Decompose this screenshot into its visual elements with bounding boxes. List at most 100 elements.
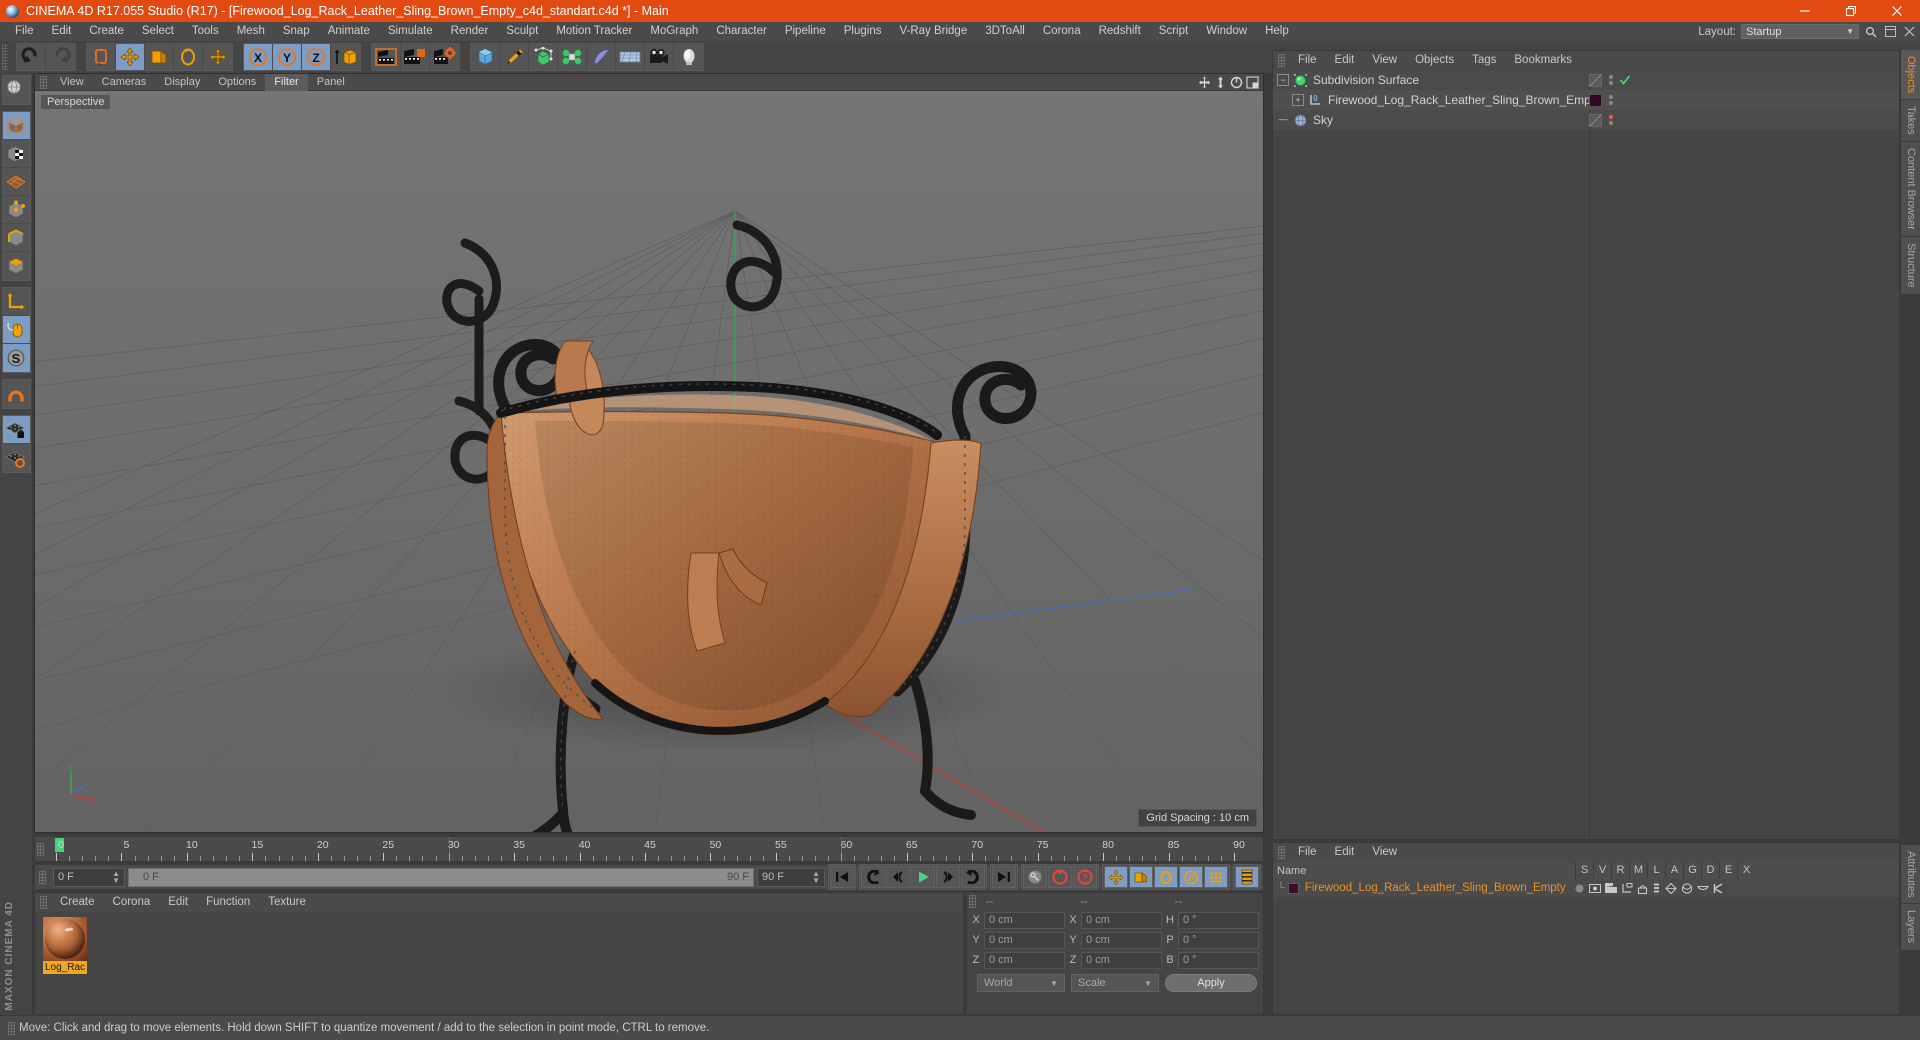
search-icon[interactable] [1864,25,1878,39]
menu-item-window[interactable]: Window [1197,22,1256,41]
object-manager-drag-handle[interactable] [1278,54,1285,67]
menu-item-simulate[interactable]: Simulate [379,22,442,41]
right-tab-attributes[interactable]: Attributes [1900,845,1920,905]
apply-button[interactable]: Apply [1165,974,1257,992]
enabled-check-icon[interactable] [1619,74,1631,86]
object-axis-button[interactable] [2,288,30,316]
coordinate-system-dropdown[interactable]: World ▼ [977,974,1065,992]
coord-input-size-z[interactable]: 0 cm [1081,951,1162,969]
object-row-subdivision-surface[interactable]: − Subdivision Surface [1273,70,1899,90]
deformed-editing-button[interactable] [2,76,30,104]
layer-row[interactable]: └ Firewood_Log_Rack_Leather_Sling_Brown_… [1273,879,1899,897]
polygons-mode-button[interactable] [2,252,30,280]
objmgr-menu-objects[interactable]: Objects [1406,51,1463,70]
workplane-mode-button[interactable] [2,168,30,196]
solo-icon[interactable] [1574,883,1585,894]
spinner-icon[interactable]: ▲ ▼ [812,870,820,885]
spinner-icon[interactable]: ▲ ▼ [112,870,120,885]
menu-item-corona[interactable]: Corona [1034,22,1090,41]
add-deformer-button[interactable] [587,44,616,70]
xpresso-icon[interactable] [1713,882,1724,894]
layermgr-menu-edit[interactable]: Edit [1326,843,1364,862]
x-axis-lock-button[interactable]: X [244,44,273,70]
coord-input-rot-b[interactable]: 0 ° [1178,951,1259,969]
objmgr-menu-tags[interactable]: Tags [1463,51,1505,70]
coord-input-pos-y[interactable]: 0 cm [984,931,1065,949]
coord-input-pos-x[interactable]: 0 cm [984,911,1065,929]
objmgr-menu-edit[interactable]: Edit [1326,51,1364,70]
record-scale-button[interactable] [1129,866,1153,888]
world-object-coord-button[interactable] [331,44,360,70]
add-light-button[interactable] [674,44,703,70]
viewport-drag-handle[interactable] [40,75,47,89]
render-to-picture-viewer-button[interactable] [401,44,430,70]
dolly-icon[interactable] [1214,76,1227,89]
close-layout-icon[interactable] [1902,25,1916,39]
menu-item-create[interactable]: Create [80,22,133,41]
menu-item-help[interactable]: Help [1256,22,1298,41]
menu-item-select[interactable]: Select [133,22,183,41]
right-tab-layers[interactable]: Layers [1900,904,1920,951]
layer-color-swatch[interactable] [1287,882,1299,894]
menu-item-motion-tracker[interactable]: Motion Tracker [547,22,641,41]
coord-input-size-y[interactable]: 0 cm [1081,931,1162,949]
model-mode-button[interactable] [2,112,30,140]
animation-icon[interactable] [1652,883,1661,894]
workplane-lock-button[interactable] [2,416,30,444]
step-forward-button[interactable] [936,866,960,888]
menu-item-character[interactable]: Character [707,22,776,41]
matmgr-menu-corona[interactable]: Corona [104,893,160,912]
layermgr-menu-view[interactable]: View [1363,843,1406,862]
manager-icon[interactable] [1621,882,1633,894]
menu-item-script[interactable]: Script [1150,22,1197,41]
menu-item-pipeline[interactable]: Pipeline [776,22,835,41]
magnet-button[interactable] [2,380,30,408]
coordinate-mode-dropdown[interactable]: Scale ▼ [1071,974,1159,992]
renderable-icon[interactable] [1604,882,1617,894]
add-spline-button[interactable] [500,44,529,70]
layout-dropdown[interactable]: Startup ▼ [1741,24,1859,39]
menu-item-render[interactable]: Render [442,22,498,41]
menu-item-redshift[interactable]: Redshift [1090,22,1150,41]
rotate-tool-button[interactable] [174,44,203,70]
viewport-canvas[interactable]: Perspective Grid Spacing : 10 cm Y X Z [35,91,1263,832]
record-rotation-button[interactable] [1154,866,1178,888]
preview-range-bar[interactable]: 0 F 90 F [128,867,754,887]
play-button[interactable] [911,866,935,888]
record-position-button[interactable] [1104,866,1128,888]
layer-manager-drag-handle[interactable] [1278,846,1285,859]
render-view-button[interactable] [372,44,401,70]
column-header-g[interactable]: G [1683,862,1701,879]
objmgr-menu-view[interactable]: View [1363,51,1406,70]
enable-snap-button[interactable]: S [2,344,30,372]
matmgr-menu-edit[interactable]: Edit [159,893,197,912]
column-header-d[interactable]: D [1701,862,1719,879]
toolbar-drag-handle[interactable] [2,44,8,70]
add-environment-button[interactable] [616,44,645,70]
add-camera-button[interactable] [645,44,674,70]
matmgr-menu-create[interactable]: Create [51,893,104,912]
right-tab-objects[interactable]: Objects [1900,50,1920,101]
restore-layout-icon[interactable] [1883,25,1897,39]
column-header-e[interactable]: E [1719,862,1737,879]
menu-item-animate[interactable]: Animate [319,22,379,41]
material-manager-drag-handle[interactable] [40,896,47,909]
coord-input-rot-p[interactable]: 0 ° [1178,931,1259,949]
go-to-start-button[interactable] [830,866,854,888]
coord-input-pos-z[interactable]: 0 cm [984,951,1065,969]
menu-item-sculpt[interactable]: Sculpt [497,22,547,41]
column-header-x[interactable]: X [1737,862,1755,879]
workplane-toggle-button[interactable] [2,444,30,472]
autokey-button[interactable] [1023,866,1047,888]
record-parameter-button[interactable] [1204,866,1228,888]
current-frame-field[interactable]: 0 F ▲ ▼ [53,867,125,887]
move-tool-button[interactable] [116,44,145,70]
coord-input-rot-h[interactable]: 0 ° [1178,911,1259,929]
menu-item-mograph[interactable]: MoGraph [641,22,707,41]
add-mograph-button[interactable] [558,44,587,70]
right-tab-content-browser[interactable]: Content Browser [1900,142,1920,237]
rotate-view-icon[interactable] [1230,76,1243,89]
y-axis-lock-button[interactable]: Y [273,44,302,70]
objmgr-menu-bookmarks[interactable]: Bookmarks [1505,51,1581,70]
menu-item-file[interactable]: File [6,22,43,41]
